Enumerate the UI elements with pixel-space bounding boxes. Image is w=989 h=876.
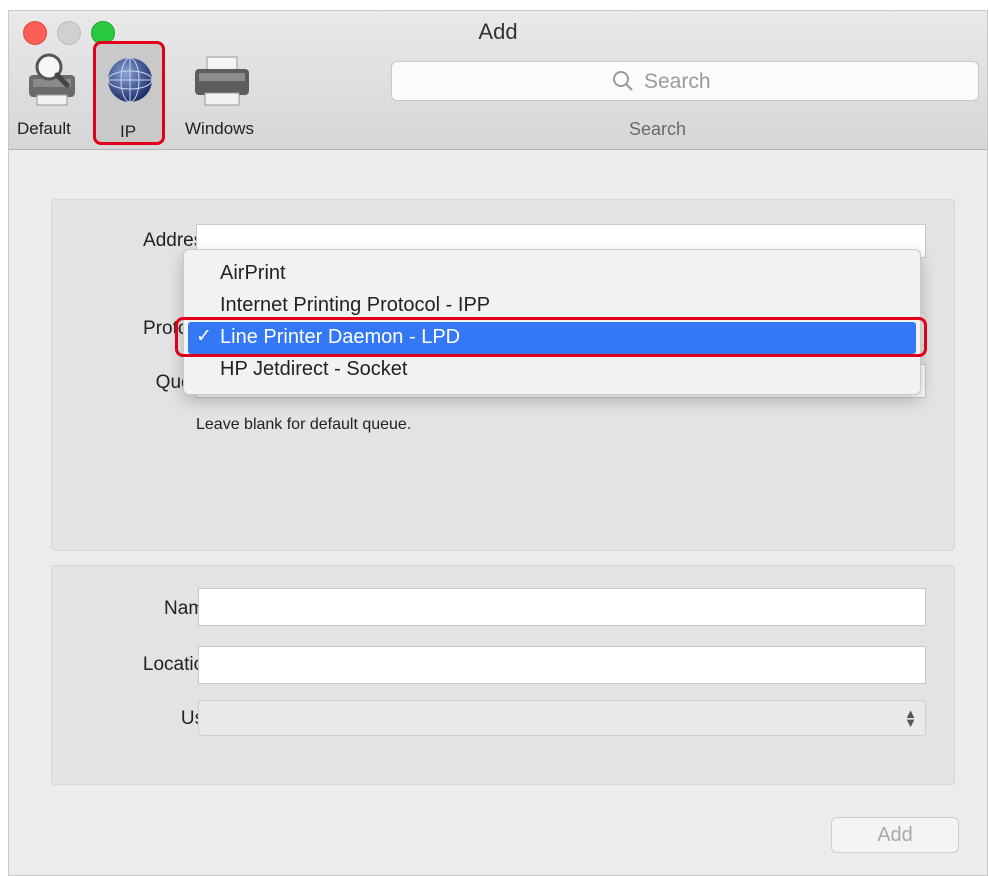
toolbar-ip-label: IP xyxy=(120,122,137,141)
add-button[interactable]: Add xyxy=(831,817,959,853)
globe-icon xyxy=(107,57,153,103)
printer-icon xyxy=(195,56,249,106)
select-arrows-icon: ▲ ▼ xyxy=(904,706,917,730)
printer-magnifier-icon xyxy=(29,53,75,106)
use-select[interactable]: ▲ ▼ xyxy=(198,700,926,736)
add-printer-window: Add Default IP Windows Search Search Add… xyxy=(8,10,988,876)
printer-info-panel: Name: Location: Use: ▲▼ xyxy=(51,565,955,785)
toolbar-windows-label: Windows xyxy=(185,119,254,138)
toolbar-ip-button[interactable]: IP xyxy=(93,41,165,145)
menu-item-airprint[interactable]: AirPrint xyxy=(184,258,920,290)
titlebar-toolbar: Add Default IP Windows Search Search xyxy=(9,11,987,150)
menu-item-socket[interactable]: HP Jetdirect - Socket xyxy=(184,354,920,386)
search-placeholder: Search xyxy=(644,70,711,93)
name-field[interactable] xyxy=(198,588,926,626)
toolbar-default-label: Default xyxy=(17,119,71,138)
queue-hint: Leave blank for default queue. xyxy=(196,416,412,433)
search-icon xyxy=(613,71,633,91)
search-input[interactable]: Search xyxy=(391,61,979,101)
toolbar-windows-button[interactable]: Windows xyxy=(173,51,273,141)
lpd-highlight-callout xyxy=(175,317,927,357)
location-field[interactable] xyxy=(198,646,926,684)
toolbar-default-button[interactable]: Default xyxy=(13,51,93,141)
search-label: Search xyxy=(629,119,687,139)
